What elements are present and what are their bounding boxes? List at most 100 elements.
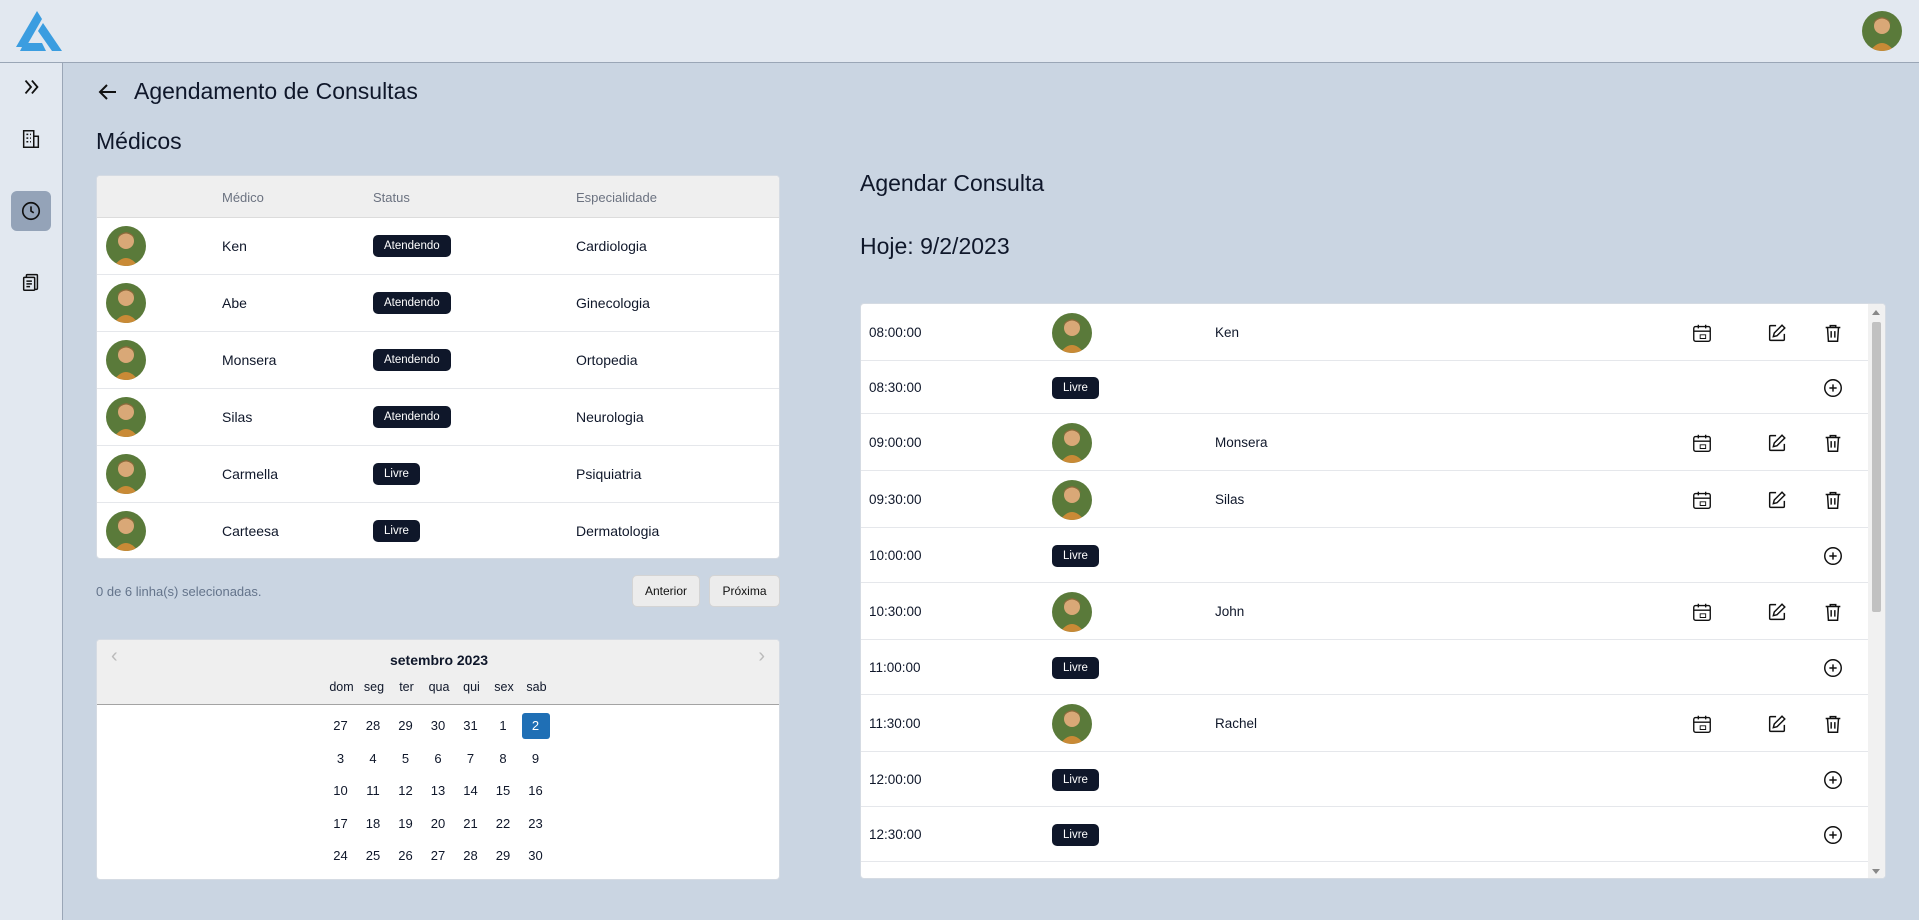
calendar-day[interactable]: 20: [422, 811, 455, 837]
previous-page-button[interactable]: Anterior: [632, 575, 700, 607]
avatar: [106, 454, 146, 494]
calendar-day[interactable]: 13: [422, 778, 455, 804]
calendar-day[interactable]: 16: [519, 778, 552, 804]
app-logo-icon[interactable]: [16, 11, 62, 51]
calendar-day[interactable]: 27: [422, 843, 455, 869]
calendar-day-selected[interactable]: 2: [521, 713, 550, 740]
schedule-row[interactable]: 10:30:00 John: [861, 583, 1870, 640]
calendar-icon[interactable]: [1690, 431, 1714, 455]
trash-icon[interactable]: [1821, 488, 1845, 512]
calendar-day[interactable]: 26: [389, 843, 422, 869]
column-header-specialty[interactable]: Especialidade: [576, 190, 657, 205]
avatar: [1052, 479, 1092, 520]
table-row[interactable]: Monsera Atendendo Ortopedia: [97, 332, 779, 389]
calendar-day[interactable]: 21: [454, 811, 487, 837]
add-circle-icon[interactable]: [1821, 878, 1845, 879]
calendar-day[interactable]: 9: [519, 746, 552, 772]
schedule-row[interactable]: 11:00:00 Livre: [861, 640, 1870, 695]
add-circle-icon[interactable]: [1821, 544, 1845, 568]
trash-icon[interactable]: [1821, 712, 1845, 736]
table-row[interactable]: Ken Atendendo Cardiologia: [97, 218, 779, 275]
calendar-day[interactable]: 29: [487, 843, 520, 869]
column-header-doctor[interactable]: Médico: [222, 190, 264, 205]
calendar-next-icon[interactable]: ›: [758, 645, 765, 668]
calendar-icon[interactable]: [1690, 600, 1714, 624]
edit-icon[interactable]: [1765, 321, 1789, 345]
scroll-up-arrow[interactable]: [1872, 310, 1880, 315]
calendar-day[interactable]: 22: [487, 811, 520, 837]
table-row[interactable]: Silas Atendendo Neurologia: [97, 389, 779, 446]
schedule-row[interactable]: 12:00:00 Livre: [861, 752, 1870, 807]
schedule-row[interactable]: 13:00:00Livre: [861, 862, 1870, 879]
status-badge: Livre: [1052, 376, 1099, 399]
calendar-day[interactable]: 19: [389, 811, 422, 837]
trash-icon[interactable]: [1821, 321, 1845, 345]
calendar-day[interactable]: 25: [357, 843, 390, 869]
calendar-day[interactable]: 18: [357, 811, 390, 837]
scroll-thumb[interactable]: [1872, 322, 1881, 612]
calendar-day[interactable]: 30: [519, 843, 552, 869]
calendar-icon[interactable]: [1690, 712, 1714, 736]
calendar-day[interactable]: 30: [422, 713, 455, 739]
trash-icon[interactable]: [1821, 431, 1845, 455]
calendar-day[interactable]: 11: [357, 778, 390, 804]
calendar-day[interactable]: 14: [454, 778, 487, 804]
arrow-left-icon[interactable]: [96, 80, 120, 104]
chevrons-right-icon[interactable]: [11, 67, 51, 107]
schedule-row[interactable]: 10:00:00 Livre: [861, 528, 1870, 583]
add-circle-icon[interactable]: [1821, 768, 1845, 792]
doctor-name: Silas: [222, 409, 253, 425]
calendar-day[interactable]: 23: [519, 811, 552, 837]
calendar-day[interactable]: 28: [357, 713, 390, 739]
edit-icon[interactable]: [1765, 712, 1789, 736]
add-circle-icon[interactable]: [1821, 823, 1845, 847]
calendar-day[interactable]: 6: [422, 746, 455, 772]
schedule-row[interactable]: 09:30:00 Silas: [861, 471, 1870, 528]
add-circle-icon[interactable]: [1821, 376, 1845, 400]
calendar-day[interactable]: 8: [487, 746, 520, 772]
calendar-day[interactable]: 27: [324, 713, 357, 739]
scroll-down-arrow[interactable]: [1872, 869, 1880, 874]
schedule-row[interactable]: 08:30:00 Livre: [861, 361, 1870, 414]
schedule-row[interactable]: 08:00:00 Ken: [861, 304, 1870, 361]
status-cell: Livre: [373, 463, 420, 485]
trash-icon[interactable]: [1821, 600, 1845, 624]
calendar-day[interactable]: 24: [324, 843, 357, 869]
calendar-day[interactable]: 28: [454, 843, 487, 869]
table-row[interactable]: Carmella Livre Psiquiatria: [97, 446, 779, 503]
calendar-day[interactable]: 1: [487, 713, 520, 739]
next-page-button[interactable]: Próxima: [709, 575, 780, 607]
add-circle-icon[interactable]: [1821, 656, 1845, 680]
calendar-icon[interactable]: [1690, 488, 1714, 512]
edit-icon[interactable]: [1765, 488, 1789, 512]
calendar-day[interactable]: 12: [389, 778, 422, 804]
building-icon[interactable]: [11, 119, 51, 159]
calendar-day[interactable]: 29: [389, 713, 422, 739]
calendar-days: 27 28 29 30 31 1 2 3 4 5 6 7 8 9 10 11 12 13 14 15 16 17 18 19 2…: [97, 705, 779, 873]
schedule-row[interactable]: 09:00:00 Monsera: [861, 414, 1870, 471]
calendar-day[interactable]: 17: [324, 811, 357, 837]
table-row[interactable]: Carteesa Livre Dermatologia: [97, 503, 779, 558]
schedule-scrollbar[interactable]: [1868, 304, 1885, 878]
calendar-day[interactable]: 3: [324, 746, 357, 772]
column-header-status[interactable]: Status: [373, 190, 410, 205]
edit-icon[interactable]: [1765, 600, 1789, 624]
schedule-row[interactable]: 12:30:00 Livre: [861, 807, 1870, 862]
calendar-day[interactable]: 7: [454, 746, 487, 772]
clipboard-icon[interactable]: [11, 262, 51, 302]
clock-icon[interactable]: [11, 191, 51, 231]
slot-time: 09:30:00: [869, 491, 922, 507]
calendar-day[interactable]: 5: [389, 746, 422, 772]
schedule-row[interactable]: 11:30:00 Rachel: [861, 695, 1870, 752]
table-row[interactable]: Abe Atendendo Ginecologia: [97, 275, 779, 332]
status-cell: Atendendo: [373, 349, 451, 371]
calendar-icon[interactable]: [1690, 321, 1714, 345]
calendar-day[interactable]: 31: [454, 713, 487, 739]
weekday-label: dom: [329, 680, 354, 694]
calendar-day[interactable]: 15: [487, 778, 520, 804]
status-cell: Livre: [1052, 656, 1099, 679]
calendar-day[interactable]: 10: [324, 778, 357, 804]
edit-icon[interactable]: [1765, 431, 1789, 455]
calendar-day[interactable]: 4: [357, 746, 390, 772]
user-avatar-icon[interactable]: [1862, 11, 1902, 51]
